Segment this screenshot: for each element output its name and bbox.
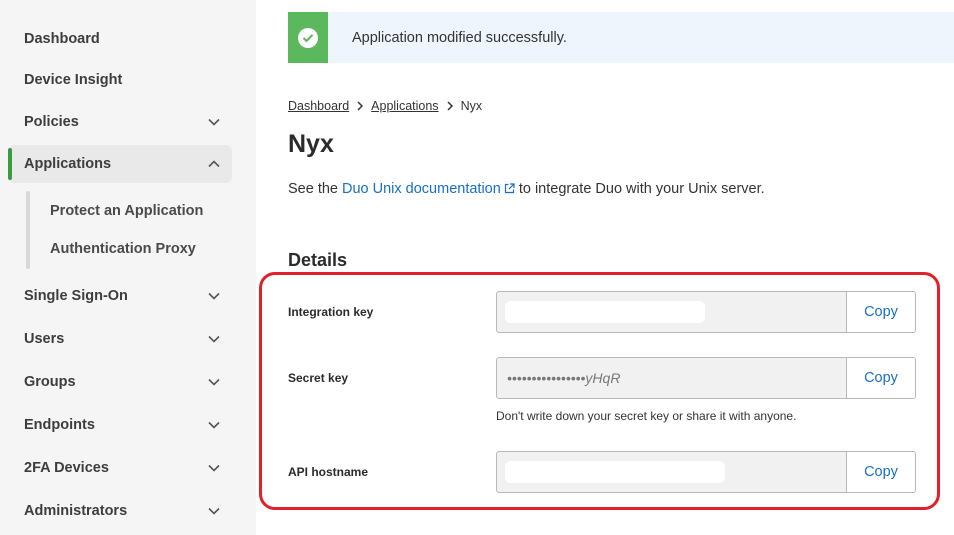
intro-text-after: to integrate Duo with your Unix server. xyxy=(514,181,765,197)
breadcrumb-dashboard-link[interactable]: Dashboard xyxy=(288,99,349,113)
external-link-icon xyxy=(504,182,515,198)
sidebar-item-label: Users xyxy=(24,331,65,347)
breadcrumb-applications-link[interactable]: Applications xyxy=(371,99,438,113)
integration-key-field: Copy xyxy=(496,291,916,333)
chevron-down-icon xyxy=(208,376,220,388)
documentation-link-label: Duo Unix documentation xyxy=(342,181,501,197)
secret-key-field: ••••••••••••••••yHqR Copy xyxy=(496,357,916,399)
api-hostname-label: API hostname xyxy=(288,465,369,479)
sidebar-item-label: Applications xyxy=(24,156,112,172)
sidebar-item-device-insight[interactable]: Device Insight xyxy=(8,61,232,99)
subnav-indicator xyxy=(26,191,30,269)
chevron-down-icon xyxy=(208,116,220,128)
chevron-down-icon xyxy=(208,419,220,431)
intro-text-before: See the xyxy=(288,181,343,197)
redaction-mark xyxy=(505,461,725,483)
copy-api-hostname-button[interactable]: Copy xyxy=(846,452,915,492)
sidebar-item-label: Endpoints xyxy=(24,417,95,433)
breadcrumb-current: Nyx xyxy=(460,99,483,113)
page-title: Nyx xyxy=(288,130,334,158)
sidebar-item-policies[interactable]: Policies xyxy=(8,103,232,141)
details-title: Details xyxy=(288,250,348,270)
sidebar-item-dashboard[interactable]: Dashboard xyxy=(8,20,232,58)
integration-key-label: Integration key xyxy=(288,305,374,319)
integration-key-value[interactable] xyxy=(497,292,846,332)
sidebar-item-label: Single Sign-On xyxy=(24,288,128,304)
documentation-link[interactable]: Duo Unix documentation xyxy=(342,181,515,197)
chevron-up-icon xyxy=(208,158,220,170)
chevron-right-icon xyxy=(447,101,453,111)
chevron-down-icon xyxy=(208,333,220,345)
sidebar-item-label: Policies xyxy=(24,114,79,130)
sidebar-item-2fa-devices[interactable]: 2FA Devices xyxy=(8,449,232,487)
sidebar-item-applications[interactable]: Applications xyxy=(8,145,232,183)
copy-secret-key-button[interactable]: Copy xyxy=(846,358,915,398)
chevron-down-icon xyxy=(208,462,220,474)
banner-status-strip xyxy=(288,12,328,63)
chevron-down-icon xyxy=(208,290,220,302)
redaction-mark xyxy=(505,301,705,323)
sidebar-item-endpoints[interactable]: Endpoints xyxy=(8,406,232,444)
sidebar-item-groups[interactable]: Groups xyxy=(8,363,232,401)
sidebar-item-label: Administrators xyxy=(24,503,128,519)
chevron-down-icon xyxy=(208,505,220,517)
api-hostname-value[interactable] xyxy=(497,452,846,492)
sidebar-item-label: Device Insight xyxy=(24,72,123,88)
intro-text: See the Duo Unix documentation to integr… xyxy=(288,181,765,198)
sidebar-item-single-sign-on[interactable]: Single Sign-On xyxy=(8,277,232,315)
sidebar-item-label: Dashboard xyxy=(24,31,100,47)
sidebar-item-label: 2FA Devices xyxy=(24,460,109,476)
check-circle-icon xyxy=(298,27,318,48)
banner-message: Application modified successfully. xyxy=(352,29,567,46)
sidebar-item-label: Groups xyxy=(24,374,76,390)
sidebar-item-users[interactable]: Users xyxy=(8,320,232,358)
sidebar-subitem-protect-application[interactable]: Protect an Application xyxy=(50,203,203,219)
sidebar-subitem-authentication-proxy[interactable]: Authentication Proxy xyxy=(50,241,196,257)
api-hostname-field: Copy xyxy=(496,451,916,493)
success-banner: Application modified successfully. xyxy=(288,12,954,63)
breadcrumb: Dashboard Applications Nyx xyxy=(288,97,482,115)
secret-key-hint: Don't write down your secret key or shar… xyxy=(496,409,797,423)
sidebar-item-administrators[interactable]: Administrators xyxy=(8,492,232,530)
chevron-right-icon xyxy=(357,101,364,111)
copy-integration-key-button[interactable]: Copy xyxy=(846,292,915,332)
secret-key-value[interactable]: ••••••••••••••••yHqR xyxy=(497,358,846,398)
sidebar: Dashboard Device Insight Policies Applic… xyxy=(0,0,256,535)
secret-key-label: Secret key xyxy=(288,371,349,385)
